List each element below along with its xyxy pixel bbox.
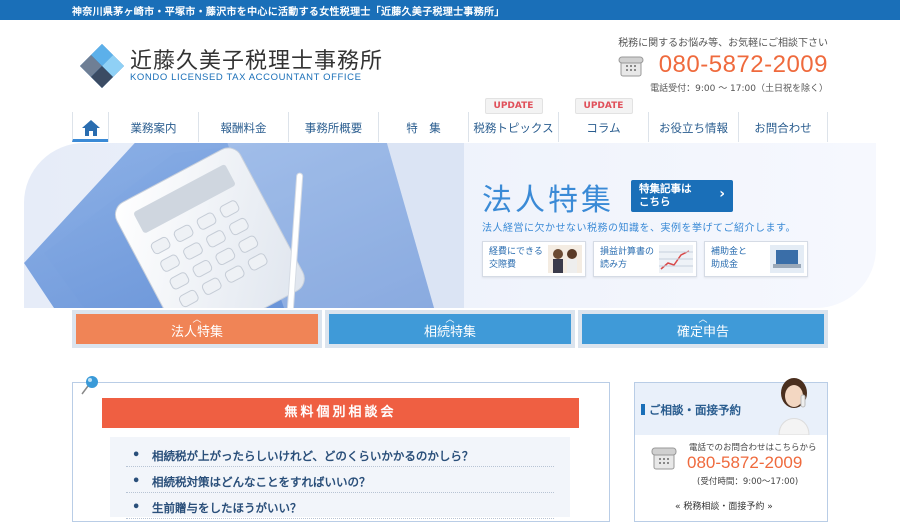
category-tax-return[interactable]: ︿ 確定申告: [578, 310, 828, 348]
caret-up-icon: ︿: [445, 315, 455, 325]
sidebar-title: ご相談・面接予約: [641, 402, 741, 418]
logo-name-en: KONDO LICENSED TAX ACCOUNTANT OFFICE: [130, 72, 362, 83]
category-corporate[interactable]: ︿ 法人特集: [72, 310, 322, 348]
caret-up-icon: ︿: [698, 315, 708, 325]
telephone-icon: [618, 56, 644, 77]
update-badge: UPDATE: [574, 98, 633, 114]
feature-entertainment[interactable]: 経費にできる 交際費: [482, 241, 586, 277]
pushpin-icon: [81, 376, 98, 395]
chart-thumbnail: [659, 245, 693, 273]
caret-up-icon: ︿: [192, 315, 202, 325]
contact-message: 税務に関するお悩み等、お気軽にご相談下さい: [618, 38, 828, 49]
logo-name-jp: 近藤久美子税理士事務所: [130, 49, 384, 74]
nav-column[interactable]: UPDATE コラム: [558, 98, 648, 142]
main-nav: 業務案内 報酬料金 事務所概要 特 集 UPDATE 税務トピックス UPDAT…: [72, 98, 828, 142]
sidebar-phone-number[interactable]: 080-5872-2009: [687, 453, 802, 473]
nav-home[interactable]: [72, 112, 108, 142]
logo-diamond-icon: [80, 44, 124, 88]
top-bar: 神奈川県茅ヶ崎市・平塚市・藤沢市を中心に活動する女性税理士「近藤久美子税理士事務…: [0, 0, 900, 20]
site-logo[interactable]: 近藤久美子税理士事務所 KONDO LICENSED TAX ACCOUNTAN…: [78, 40, 382, 90]
sidebar-reservation-link[interactable]: « 税務相談・面接予約 »: [675, 499, 773, 512]
contact-hours: 電話受付：9:00 〜 17:00（土日祝を除く）: [650, 84, 828, 94]
nav-office[interactable]: 事務所概要: [288, 112, 378, 142]
question-list: 相続税が上がったらしいけれど、どのくらいかかるのかしら？ 相続税対策はどんなこと…: [110, 437, 570, 523]
hero-title: 法人特集: [482, 183, 614, 218]
feature-income-statement[interactable]: 損益計算書の 読み方: [593, 241, 697, 277]
question-item[interactable]: 生前贈与をしたほうがいい？: [126, 493, 554, 523]
question-item[interactable]: 相続税が上がったらしいけれど、どのくらいかかるのかしら？: [126, 441, 554, 471]
nav-contact[interactable]: お問合わせ: [738, 112, 828, 142]
sidebar-call-label: 電話でのお問合わせはこちらから: [689, 443, 817, 453]
sidebar-hours: (受付時間：9:00〜17:00): [697, 477, 799, 487]
operator-woman-image: [778, 378, 810, 435]
hero-feature-button[interactable]: 特集記事は こちら ›: [631, 180, 733, 212]
hero-subtitle: 法人経営に欠かせない税務の知識を、実例を挙げてご紹介します。: [482, 223, 796, 234]
header-contact: 税務に関するお悩み等、お気軽にご相談下さい 080-5872-2009 電話受付…: [618, 34, 828, 94]
businesswomen-thumbnail: [548, 245, 582, 273]
calculator-illustration: [24, 143, 464, 308]
nav-useful-info[interactable]: お役立ち情報: [648, 112, 738, 142]
hero-banner: 法人特集 特集記事は こちら › 法人経営に欠かせない税務の知識を、実例を挙げて…: [24, 143, 876, 308]
sidebar-contact: ご相談・面接予約 電話でのお問合わせはこちらから 080-5872-2009 (…: [634, 378, 828, 522]
chevron-right-icon: ›: [719, 186, 725, 202]
top-bar-text: 神奈川県茅ヶ崎市・平塚市・藤沢市を中心に活動する女性税理士「近藤久美子税理士事務…: [72, 7, 505, 18]
contact-phone-number[interactable]: 080-5872-2009: [659, 51, 828, 79]
nav-fees[interactable]: 報酬料金: [198, 112, 288, 142]
consultation-header: 無料個別相談会: [102, 398, 579, 428]
nav-special[interactable]: 特 集: [378, 112, 468, 142]
question-item[interactable]: 相続税対策はどんなことをすればいいの？: [126, 467, 554, 497]
sidebar-header: ご相談・面接予約: [635, 378, 827, 435]
square-bullet-icon: [641, 404, 645, 415]
feature-subsidies[interactable]: 補助金と 助成金: [704, 241, 808, 277]
nav-services[interactable]: 業務案内: [108, 112, 198, 142]
update-badge: UPDATE: [484, 98, 543, 114]
telephone-icon: [651, 447, 677, 470]
home-icon: [81, 120, 100, 136]
nav-tax-topics[interactable]: UPDATE 税務トピックス: [468, 98, 558, 142]
laptop-thumbnail: [770, 245, 804, 273]
category-inheritance[interactable]: ︿ 相続特集: [325, 310, 575, 348]
